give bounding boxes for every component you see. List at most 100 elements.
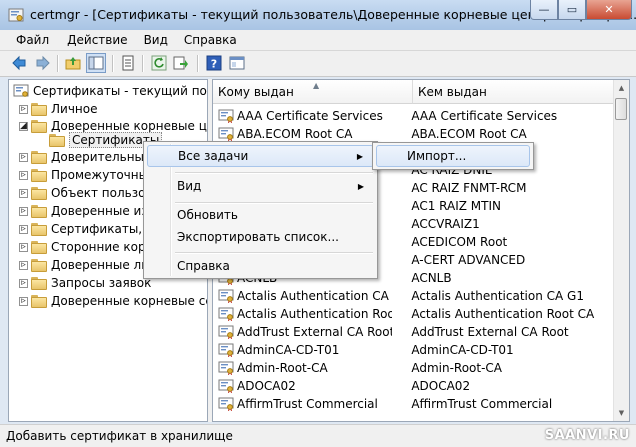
table-row[interactable]: AddTrust External CA Root AddTrust Extern…: [213, 323, 616, 341]
toolbar-separator: [112, 55, 114, 72]
cell-text: AddTrust External CA Root: [237, 325, 393, 339]
cell-issued-by: ACEDICOM Root: [411, 235, 508, 249]
menu-item-label: Импорт...: [407, 149, 467, 163]
tree-item-enterprise-trust[interactable]: ▹ Доверительные: [19, 148, 151, 166]
menu-item-all-tasks[interactable]: Все задачи ▶: [147, 145, 374, 167]
tree-item-trusted-people[interactable]: ▹ Доверенные ли: [19, 256, 149, 274]
table-row[interactable]: Admin-Root-CA Admin-Root-CA: [213, 359, 616, 377]
tree-item-label: Доверенные ли: [51, 258, 150, 272]
table-row[interactable]: ADOCA02 ADOCA02: [213, 377, 616, 395]
certificate-icon: [218, 127, 234, 141]
scroll-up-icon[interactable]: ▲: [614, 80, 629, 96]
folder-icon: [31, 222, 47, 236]
certificate-icon: [218, 343, 234, 357]
expand-icon[interactable]: ▹: [19, 206, 28, 216]
expand-icon[interactable]: ▹: [19, 224, 28, 234]
cell-issued-to: AddTrust External CA Root: [213, 325, 392, 339]
cell-issued-by: AffirmTrust Commercial: [411, 397, 553, 411]
expand-icon[interactable]: ▹: [19, 170, 28, 180]
folder-icon: [31, 204, 47, 218]
menu-view[interactable]: Вид: [136, 33, 176, 47]
collapse-icon[interactable]: ◢: [19, 121, 28, 131]
scroll-thumb[interactable]: [615, 98, 627, 120]
table-row[interactable]: AffirmTrust Commercial AffirmTrust Commer…: [213, 395, 616, 413]
tree-item-enrollment-requests[interactable]: ▹ Запросы заявок: [19, 274, 151, 292]
expand-icon[interactable]: ▹: [19, 152, 28, 162]
expand-icon[interactable]: ▹: [19, 296, 28, 306]
menu-item-label: Вид: [177, 179, 202, 193]
help-icon[interactable]: ?: [205, 54, 223, 72]
up-folder-icon[interactable]: [64, 54, 82, 72]
cell-issued-to: AffirmTrust Commercial: [213, 397, 392, 411]
tree-item-label: Запросы заявок: [51, 276, 152, 290]
tree-item-label: Доверенные корневые серт: [51, 294, 207, 308]
tree-item-untrusted[interactable]: ▹ Сертификаты, к: [19, 220, 153, 238]
cell-issued-by: ABA.ECOM Root CA: [411, 127, 527, 141]
back-icon[interactable]: [10, 54, 28, 72]
cell-issued-by: AC RAIZ FNMT-RCM: [411, 181, 527, 195]
svg-text:?: ?: [211, 58, 217, 71]
menu-file[interactable]: Файл: [0, 33, 59, 47]
certificate-icon: [218, 289, 234, 303]
menu-item-import[interactable]: Импорт...: [376, 145, 530, 167]
toolbar-separator: [142, 55, 144, 72]
cell-issued-to: ADOCA02: [213, 379, 392, 393]
tree-item-personal[interactable]: ▹ Личное: [19, 100, 97, 118]
cell-issued-by: AdminCA-CD-T01: [411, 343, 514, 357]
expand-icon[interactable]: ▹: [19, 242, 28, 252]
vertical-scrollbar[interactable]: ▲ ▼: [613, 80, 629, 421]
export-list-icon[interactable]: [172, 54, 190, 72]
cell-text: AAA Certificate Services: [237, 109, 383, 123]
menu-help[interactable]: Справка: [176, 33, 245, 47]
menu-item-label: Обновить: [177, 208, 238, 222]
menu-item-view[interactable]: Вид ▶: [147, 175, 374, 197]
cell-text: Actalis Authentication Root CA: [237, 307, 392, 321]
maximize-button[interactable]: ▭: [558, 0, 586, 20]
tree-item-smart-card-root[interactable]: ▹ Доверенные корневые серт: [19, 292, 207, 310]
tree-item-user-object[interactable]: ▹ Объект пользов: [19, 184, 152, 202]
watermark: SAANVI.RU: [544, 428, 630, 443]
cell-issued-by: ACNLB: [411, 271, 452, 285]
refresh-icon[interactable]: [150, 54, 168, 72]
tree-item-label: Объект пользов: [51, 186, 153, 200]
cell-text: AffirmTrust Commercial: [237, 397, 378, 411]
cell-issued-to: Admin-Root-CA: [213, 361, 392, 375]
menu-action[interactable]: Действие: [59, 33, 135, 47]
certificate-icon: [218, 361, 234, 375]
table-row[interactable]: AAA Certificate Services AAA Certificate …: [213, 107, 616, 125]
tree-item-intermediate[interactable]: ▹ Промежуточны: [19, 166, 148, 184]
tree-item-third-party-root[interactable]: ▹ Сторонние корн: [19, 238, 153, 256]
cell-text: ABA.ECOM Root CA: [237, 127, 353, 141]
menu-separator: [175, 172, 373, 174]
menu-item-help[interactable]: Справка: [147, 255, 374, 277]
folder-icon: [31, 168, 47, 182]
menu-item-label: Все задачи: [178, 149, 249, 163]
forward-icon[interactable]: [34, 54, 52, 72]
minimize-button[interactable]: —: [530, 0, 558, 20]
table-row[interactable]: Actalis Authentication Root CA Actalis Au…: [213, 305, 616, 323]
menu-item-export-list[interactable]: Экспортировать список...: [147, 226, 374, 248]
certmgr-icon: [8, 8, 24, 22]
expand-icon[interactable]: ▹: [19, 188, 28, 198]
column-header-issued-by[interactable]: Кем выдан: [413, 80, 616, 104]
expand-icon[interactable]: ▹: [19, 260, 28, 270]
certificate-icon: [218, 109, 234, 123]
menu-item-refresh[interactable]: Обновить: [147, 204, 374, 226]
column-header-issued-to[interactable]: ▲ Кому выдан: [213, 80, 413, 104]
show-hide-tree-icon[interactable]: [86, 53, 106, 73]
table-row[interactable]: Actalis Authentication CA G1 Actalis Auth…: [213, 287, 616, 305]
properties-icon[interactable]: [119, 54, 137, 72]
cell-text: Admin-Root-CA: [237, 361, 328, 375]
console-icon[interactable]: [228, 54, 246, 72]
close-button[interactable]: ✕: [586, 0, 632, 20]
certificate-icon: [218, 307, 234, 321]
tree-root[interactable]: Сертификаты - текущий польз: [13, 82, 207, 100]
expand-icon[interactable]: ▹: [19, 104, 28, 114]
cell-issued-by: A-CERT ADVANCED: [411, 253, 526, 267]
scroll-down-icon[interactable]: ▼: [614, 405, 629, 421]
folder-icon: [49, 133, 65, 147]
expand-icon[interactable]: ▹: [19, 278, 28, 288]
certificate-icon: [218, 397, 234, 411]
tree-item-trusted-publishers[interactable]: ▹ Доверенные изд: [19, 202, 156, 220]
table-row[interactable]: AdminCA-CD-T01 AdminCA-CD-T01: [213, 341, 616, 359]
